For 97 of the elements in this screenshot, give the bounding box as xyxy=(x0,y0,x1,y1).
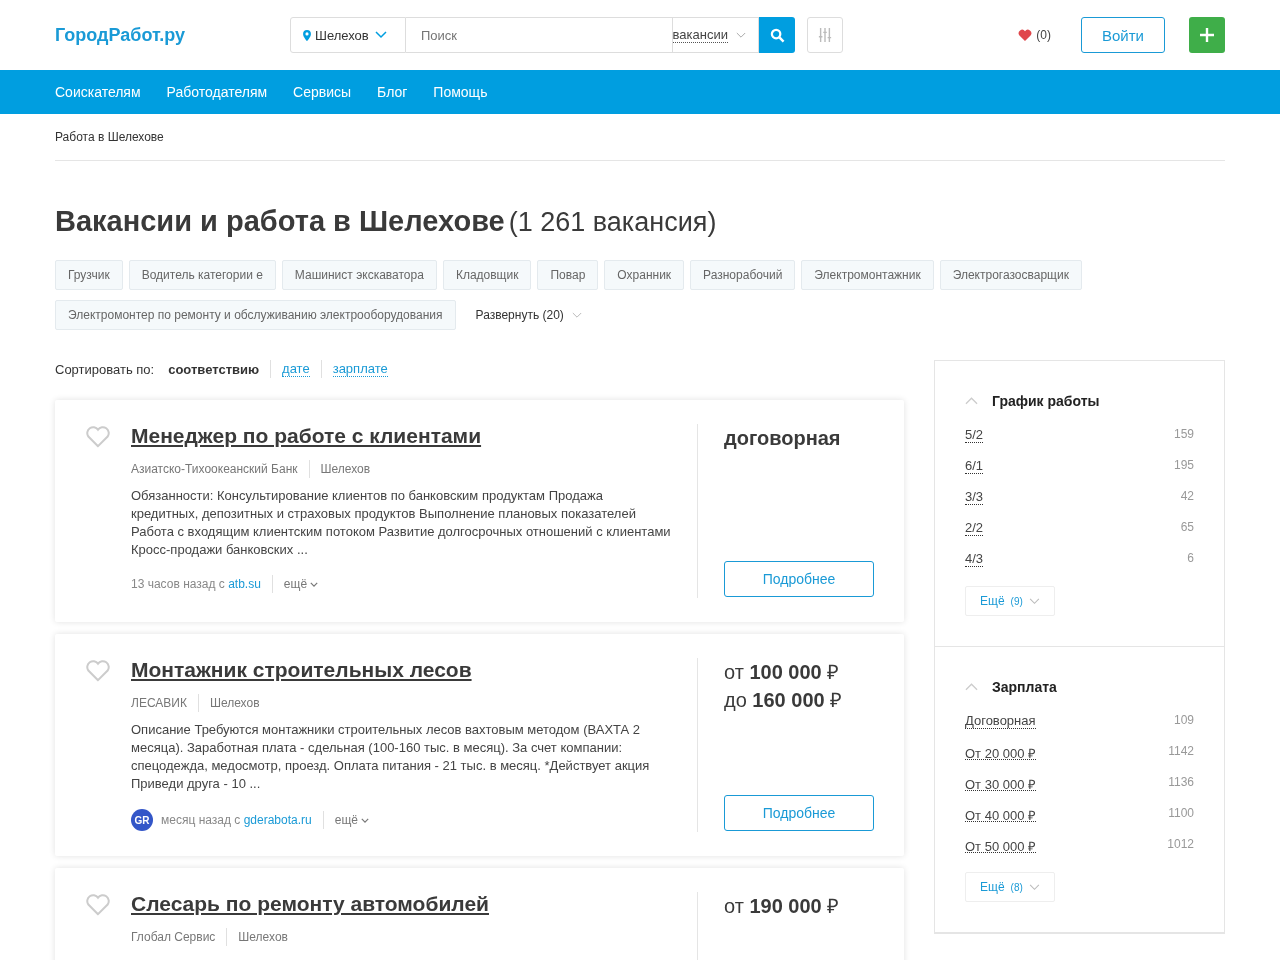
chevron-down-icon xyxy=(736,31,746,39)
more-button[interactable]: ещё xyxy=(334,813,369,827)
tag-chip[interactable]: Электрогазосварщик xyxy=(939,260,1082,290)
salary-text: от 190 000 ₽ xyxy=(724,894,841,919)
nav-link[interactable]: Помощь xyxy=(420,84,501,100)
chevron-down-icon xyxy=(360,817,369,823)
vacancy-title-link[interactable]: Монтажник строительных лесов xyxy=(131,658,472,682)
vacancy-description: Обязанности: Консультирование клиентов по банковским продуктам Продажа кредитных, депозитных и страховых продуктов Выполнение плановых показателей Работа с входящим клиентским потоком Развитие долгосрочных отношений с клиентами Кросс-продажи банковских ... xyxy=(131,487,671,559)
heart-outline-icon[interactable] xyxy=(85,426,111,448)
chevron-down-icon xyxy=(571,311,582,319)
vacancy-title-link[interactable]: Слесарь по ремонту автомобилей xyxy=(131,892,489,916)
nav-link[interactable]: Соискателям xyxy=(42,84,154,100)
salary-text: до 160 000 ₽ xyxy=(724,688,844,713)
filter-option[interactable]: 6/1 xyxy=(965,458,984,474)
city-name: Шелехов xyxy=(320,462,371,476)
details-button[interactable]: Подробнее xyxy=(724,795,874,831)
tag-chip[interactable]: Кладовщик xyxy=(442,260,532,290)
filter-count: 1136 xyxy=(1168,775,1194,789)
filter-count: 1100 xyxy=(1168,806,1194,820)
login-button[interactable]: Войти xyxy=(1081,17,1165,53)
tag-chip[interactable]: Машинист экскаватора xyxy=(281,260,437,290)
nav-link[interactable]: Сервисы xyxy=(280,84,365,100)
heart-outline-icon[interactable] xyxy=(85,660,111,682)
source-link[interactable]: atb.su xyxy=(228,577,261,591)
sort-label: Сортировать по: xyxy=(55,361,155,377)
filter-count: 42 xyxy=(1180,489,1194,503)
filter-option[interactable]: 2/2 xyxy=(965,520,984,536)
chevron-down-icon xyxy=(1028,883,1040,891)
favorites-link[interactable]: (0) xyxy=(1012,27,1057,43)
search-button[interactable] xyxy=(759,17,795,53)
filter-count: 109 xyxy=(1173,713,1194,727)
salary-text: от 100 000 ₽ xyxy=(724,660,841,685)
source-text: 13 часов назад с atb.su xyxy=(131,577,261,591)
expand-tags-button[interactable]: Развернуть (20) xyxy=(469,307,588,323)
chevron-down-icon xyxy=(1028,597,1040,605)
vacancy-title-link[interactable]: Менеджер по работе с клиентами xyxy=(131,424,482,448)
page-title: Вакансии и работа в Шелехове xyxy=(55,205,505,238)
map-pin-icon xyxy=(303,29,311,41)
nav-link[interactable]: Блог xyxy=(364,84,421,100)
company-name: Азиатско-Тихоокеанский Банк xyxy=(131,462,298,476)
filter-button[interactable] xyxy=(807,17,843,53)
heart-icon xyxy=(1018,29,1033,41)
tag-chip[interactable]: Электромонтажник xyxy=(801,260,934,290)
location-select[interactable]: Шелехов xyxy=(290,17,406,53)
filter-count: 159 xyxy=(1173,427,1194,441)
source-text: месяц назад с gderabota.ru xyxy=(161,813,312,827)
city-name: Шелехов xyxy=(238,930,288,944)
sort-option[interactable]: дате xyxy=(282,361,310,377)
filter-count: 6 xyxy=(1187,551,1194,565)
more-button[interactable]: ещё xyxy=(283,577,319,591)
tag-chip[interactable]: Повар xyxy=(537,260,599,290)
company-name: Глобал Сервис xyxy=(131,930,216,944)
filter-option[interactable]: Договорная xyxy=(965,713,1036,729)
nav-link[interactable]: Работодателям xyxy=(153,84,281,100)
filter-option[interactable]: 5/2 xyxy=(965,427,984,443)
filter-title: Зарплата xyxy=(992,679,1057,695)
search-field[interactable]: Поиск xyxy=(406,17,673,53)
tag-chip[interactable]: Охранник xyxy=(604,260,685,290)
search-icon xyxy=(769,27,785,43)
filter-option[interactable]: От 50 000 ₽ xyxy=(965,837,1037,853)
chevron-down-icon xyxy=(374,31,387,39)
chevron-up-icon[interactable] xyxy=(965,397,978,405)
filter-option[interactable]: От 40 000 ₽ xyxy=(965,806,1037,822)
show-more-button[interactable]: Ещё (8) xyxy=(965,872,1055,902)
filter-count: 65 xyxy=(1180,520,1194,534)
tag-chip[interactable]: Электромонтер по ремонту и обслуживанию электрооборудования xyxy=(55,300,456,330)
sliders-icon xyxy=(818,27,832,43)
tag-chip[interactable]: Разнорабочий xyxy=(690,260,796,290)
chevron-up-icon[interactable] xyxy=(965,683,978,691)
filter-count: 1142 xyxy=(1168,744,1194,758)
add-button[interactable] xyxy=(1189,17,1225,53)
vacancy-count: (1 261 вакансия) xyxy=(508,207,717,238)
filter-count: 1012 xyxy=(1167,837,1194,851)
chevron-down-icon xyxy=(310,581,319,587)
filter-count: 195 xyxy=(1173,458,1194,472)
filter-option[interactable]: От 30 000 ₽ xyxy=(965,775,1037,791)
source-avatar: GR xyxy=(131,809,153,831)
heart-outline-icon[interactable] xyxy=(85,894,111,916)
tag-chip[interactable]: Водитель категории е xyxy=(128,260,276,290)
site-logo[interactable]: ГородРабот.ру xyxy=(55,24,290,46)
search-type-select[interactable]: вакансии xyxy=(672,17,759,53)
city-name: Шелехов xyxy=(209,696,260,710)
company-name: ЛЕСАВИК xyxy=(131,696,187,710)
filter-title: График работы xyxy=(992,393,1100,409)
source-link[interactable]: gderabota.ru xyxy=(243,813,312,827)
tag-chip[interactable]: Грузчик xyxy=(55,260,123,290)
filter-option[interactable]: 3/3 xyxy=(965,489,984,505)
sort-option[interactable]: соответствию xyxy=(168,361,260,377)
details-button[interactable]: Подробнее xyxy=(724,561,874,597)
filter-option[interactable]: 4/3 xyxy=(965,551,984,567)
plus-icon xyxy=(1200,28,1214,42)
sort-option[interactable]: зарплате xyxy=(332,361,388,377)
filter-option[interactable]: От 20 000 ₽ xyxy=(965,744,1037,760)
salary-text: договорная xyxy=(724,426,842,451)
vacancy-description: Описание Требуются монтажники строительных лесов вахтовым методом (ВАХТА 2 месяца). Заработная плата - сдельная (100-160 тыс. в месяц). За счет компании: спецодежда, медосмотр, проезд. Оплата питания - 21 тыс. в месяц. *Действует акция Приведи друга - 10 ... xyxy=(131,721,651,793)
show-more-button[interactable]: Ещё (9) xyxy=(965,586,1055,616)
breadcrumb[interactable]: Работа в Шелехове xyxy=(55,130,164,144)
